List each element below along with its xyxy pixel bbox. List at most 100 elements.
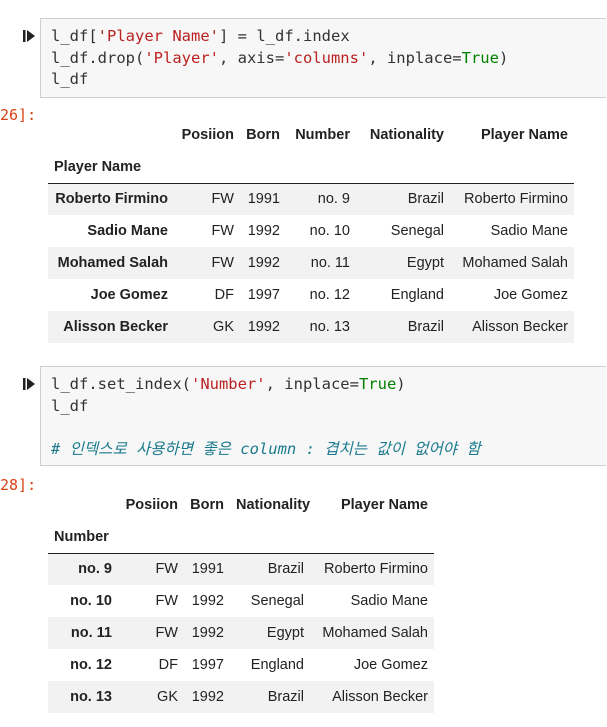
dataframe-output: Posiion Born Nationality Player Name Number n… [48, 489, 434, 713]
code-token: l_df[ [51, 27, 98, 45]
header-blank [286, 151, 356, 183]
table-cell: no. 9 [317, 191, 350, 208]
table-cell: 1992 [191, 593, 224, 609]
table-cell: Egypt [266, 625, 304, 641]
code-cell-input[interactable]: l_df.set_index('Number', inplace=True) l_… [40, 366, 606, 466]
code-token: 'Player Name' [97, 27, 219, 45]
header-blank [240, 151, 286, 183]
table-cell: England [250, 657, 304, 673]
header-blank [48, 489, 118, 521]
code-line: l_df.set_index('Number', inplace=True) [51, 374, 606, 396]
row-index-label: no. 13 [70, 689, 112, 705]
column-header: Born [190, 497, 224, 513]
code-line: l_df.drop('Player', axis='columns', inpl… [51, 48, 606, 70]
table-row: Mohamed Salah FW 1992 no. 11 Egypt Mohamed Sa… [48, 247, 574, 279]
table-cell: Sadio Mane [350, 593, 428, 609]
table-cell: no. 10 [309, 223, 350, 239]
table-cell: Brazil [407, 191, 444, 208]
table-cell: Alisson Becker [472, 319, 568, 335]
column-header: Number [295, 127, 350, 143]
table-cell: FW [211, 223, 234, 239]
table-cell: 1992 [247, 319, 280, 335]
table-cell: Senegal [250, 593, 304, 609]
row-index-label: no. 9 [78, 561, 112, 578]
table-cell: Roberto Firmino [464, 191, 568, 208]
table-cell: Roberto Firmino [324, 561, 428, 578]
table-cell: FW [211, 191, 234, 208]
code-token: l_df.drop( [51, 48, 145, 67]
header-blank [230, 521, 310, 553]
table-cell: 1991 [191, 561, 224, 578]
code-line: l_df['Player Name'] = l_df.index [51, 26, 606, 48]
output-prompt: 26]: [0, 106, 37, 124]
table-cell: Joe Gomez [493, 287, 568, 303]
table-cell: FW [155, 561, 178, 578]
table-cell: Mohamed Salah [322, 625, 428, 641]
index-name-header: Number [54, 528, 109, 545]
code-token: ) [498, 48, 509, 67]
header-blank [356, 151, 450, 183]
column-header: Posiion [181, 127, 234, 143]
table-cell: 1997 [247, 287, 280, 303]
table-cell: 1992 [247, 223, 280, 239]
table-cell: England [390, 287, 444, 303]
header-blank [174, 151, 240, 183]
code-token: ) [396, 375, 406, 393]
table-cell: Brazil [267, 689, 304, 705]
table-cell: Mohamed Salah [462, 255, 568, 271]
table-cell: Brazil [267, 561, 304, 578]
column-header: Nationality [236, 497, 311, 513]
code-token: ] = l_df.index [219, 27, 350, 45]
column-header: Posiion [125, 497, 178, 513]
table-row: Roberto Firmino FW 1991 no. 9 Brazil Roberto … [48, 183, 574, 215]
run-cell-icon[interactable] [22, 377, 36, 391]
header-blank [118, 521, 184, 553]
code-cell-input[interactable]: l_df['Player Name'] = l_df.index l_df.dro… [40, 18, 606, 98]
table-cell: Egypt [406, 255, 444, 271]
table-row: Alisson Becker GK 1992 no. 13 Brazil Alisson … [48, 311, 574, 343]
table-row: no. 11 FW 1992 Egypt Mohamed Salah [48, 617, 434, 649]
row-index-label: no. 10 [70, 593, 112, 609]
code-token: , inplace= [265, 375, 359, 393]
table-row: no. 12 DF 1997 England Joe Gomez [48, 649, 434, 681]
code-token: l_df [51, 70, 89, 88]
table-cell: no. 11 [310, 255, 350, 271]
table-cell: no. 13 [309, 319, 350, 335]
table-cell: GK [213, 319, 234, 335]
column-header: Player Name [480, 127, 568, 143]
header-blank [48, 119, 174, 151]
code-token: l_df [51, 396, 89, 415]
column-header: Player Name [340, 497, 428, 513]
code-token: True [461, 48, 499, 67]
table-cell: no. 12 [309, 287, 350, 303]
table-cell: DF [158, 657, 178, 673]
table-cell: FW [155, 625, 178, 641]
table-cell: Senegal [390, 223, 444, 239]
code-token: True [358, 375, 397, 393]
table-cell: Brazil [407, 319, 444, 335]
table-cell: FW [155, 593, 178, 609]
code-token: 'Number' [190, 375, 266, 393]
row-index-label: no. 12 [70, 657, 112, 673]
table-cell: Alisson Becker [332, 689, 428, 705]
output-prompt: 28]: [0, 476, 37, 494]
row-index-label: Mohamed Salah [57, 255, 168, 271]
column-header: Nationality [369, 127, 444, 143]
row-index-label: Joe Gomez [90, 287, 168, 303]
table-cell: DF [214, 287, 234, 303]
table-cell: 1992 [191, 689, 224, 705]
table-row: no. 10 FW 1992 Senegal Sadio Mane [48, 585, 434, 617]
dataframe-output: Posiion Born Number Nationality Player Name P… [48, 119, 574, 343]
row-index-label: Sadio Mane [87, 223, 168, 239]
table-cell: Sadio Mane [490, 223, 568, 239]
code-token: l_df.set_index( [51, 375, 191, 393]
table-cell: GK [157, 689, 178, 705]
code-token: , axis= [218, 48, 285, 67]
code-token: 'Player' [144, 48, 219, 67]
column-header: Born [246, 127, 280, 143]
run-cell-icon[interactable] [22, 29, 36, 43]
header-blank [184, 521, 230, 553]
code-token: , inplace= [368, 48, 462, 67]
code-line: l_df [51, 396, 606, 418]
